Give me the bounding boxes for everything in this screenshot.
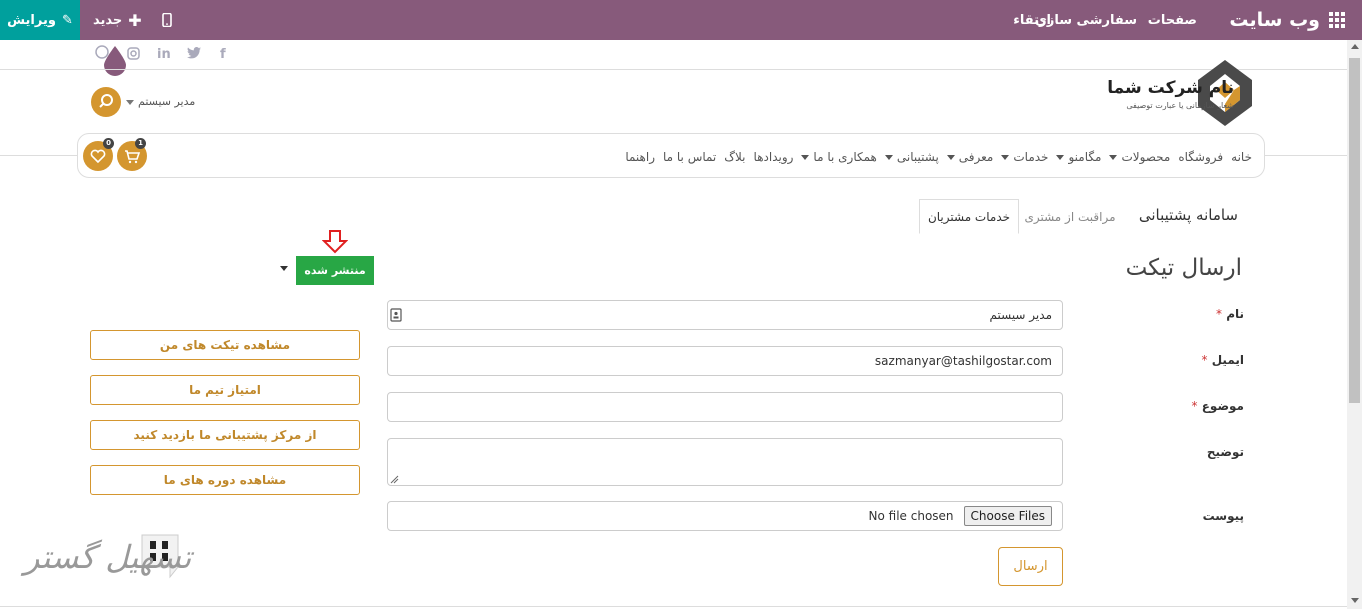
mobile-preview-icon[interactable]: [162, 0, 172, 40]
cart-count-badge: 1: [135, 138, 146, 149]
resize-handle-icon[interactable]: [390, 475, 399, 484]
scrollbar-thumb[interactable]: [1349, 58, 1360, 403]
instagram-icon[interactable]: [127, 47, 140, 64]
nav-item-support[interactable]: پشتیبانی: [884, 149, 939, 164]
nav-item-label: پشتیبانی: [896, 149, 939, 164]
nav-item-careers[interactable]: همکاری با ما: [801, 149, 877, 164]
nav-item-home[interactable]: خانه: [1231, 150, 1252, 164]
view-courses-button[interactable]: مشاهده دوره های ما: [90, 465, 360, 495]
email-label: ایمیل *: [1202, 353, 1244, 367]
company-name: نام شرکت شما: [1107, 78, 1234, 98]
subject-field[interactable]: [387, 392, 1063, 422]
plus-icon: ✚: [128, 10, 142, 30]
nav-item-label: محصولات: [1121, 149, 1171, 164]
wishlist-count-badge: 0: [103, 138, 114, 149]
menu-pages[interactable]: صفحات: [1148, 0, 1197, 40]
nav-item-megamenu[interactable]: مگامنو: [1056, 150, 1101, 164]
no-file-text: No file chosen: [868, 509, 954, 523]
attachment-label: پیوست: [1202, 509, 1244, 523]
chevron-down-icon: [801, 154, 810, 160]
linkedin-icon[interactable]: in: [157, 47, 171, 62]
nav-item-shop[interactable]: فروشگاه: [1178, 150, 1223, 164]
arrow-down-icon: [321, 230, 349, 258]
required-mark: *: [1191, 399, 1198, 413]
publish-dropdown-icon[interactable]: [280, 266, 288, 271]
publish-toggle-button[interactable]: منتشر شده: [296, 256, 374, 285]
support-system-title: سامانه پشتیبانی: [1138, 206, 1238, 224]
edit-label: ویرایش: [7, 12, 56, 28]
view-my-tickets-button[interactable]: مشاهده تیکت های من: [90, 330, 360, 360]
new-label: جدید: [93, 12, 123, 28]
tab-customer-service[interactable]: خدمات مشتریان: [919, 199, 1019, 234]
nav-line-left: [0, 155, 77, 156]
menu-upgrade[interactable]: ارتقاء: [1013, 0, 1051, 40]
chevron-down-icon: [126, 99, 134, 105]
choose-files-button[interactable]: Choose Files: [963, 506, 1052, 526]
nav-item-label: مگامنو: [1068, 149, 1102, 164]
nav-item-services[interactable]: خدمات: [1001, 150, 1048, 164]
twitter-icon[interactable]: [187, 47, 201, 63]
wishlist-button[interactable]: 0: [83, 138, 114, 171]
email-label-text: ایمیل: [1211, 353, 1244, 367]
subject-label-text: موضوع: [1201, 399, 1244, 413]
new-button[interactable]: ✚ جدید: [93, 0, 142, 40]
visit-support-center-button[interactable]: از مرکز پشتیبانی ما بازدید کنید: [90, 420, 360, 450]
drop-marker-icon: [104, 46, 126, 80]
scroll-up-icon[interactable]: [1351, 44, 1359, 49]
company-tagline: شعار سازمانی یا عبارت توصیفی: [1126, 101, 1234, 110]
required-mark: *: [1201, 353, 1208, 367]
submit-button[interactable]: ارسال: [998, 547, 1063, 586]
name-value: مدیر سیستم: [989, 308, 1053, 322]
edit-button[interactable]: ✎ ویرایش: [0, 0, 80, 40]
required-mark: *: [1216, 307, 1222, 321]
nav-item-label: معرفی: [958, 149, 994, 164]
cart-button[interactable]: 1: [117, 138, 147, 171]
scroll-down-icon[interactable]: [1351, 598, 1359, 603]
website-brand[interactable]: وب سایت: [1229, 0, 1320, 40]
page-root: وب سایت صفحات سفارشی سازی ارتقاء ✚ جدید …: [0, 0, 1362, 609]
nav-item-help[interactable]: راهنما: [625, 150, 655, 164]
nav-item-contact[interactable]: تماس با ما: [663, 150, 716, 164]
chevron-down-icon: [1056, 154, 1065, 160]
chevron-down-icon: [1001, 154, 1010, 160]
header-divider: [0, 69, 1347, 70]
name-field[interactable]: مدیر سیستم: [387, 300, 1063, 330]
name-label-text: نام: [1226, 307, 1244, 321]
user-name-label: مدیر سیستم: [138, 95, 196, 108]
contact-card-icon: [390, 308, 402, 325]
nav-menu: خانه فروشگاه محصولات مگامنو خدمات معرفی …: [625, 134, 1264, 179]
chevron-down-icon: [1109, 154, 1118, 160]
nav-item-blog[interactable]: بلاگ: [724, 150, 745, 164]
nav-item-label: خدمات: [1013, 149, 1049, 164]
nav-item-events[interactable]: رویدادها: [754, 150, 794, 164]
nav-item-label: همکاری با ما: [813, 149, 877, 164]
tab-customer-care[interactable]: مراقبت از مشتری: [1019, 199, 1121, 234]
admin-topbar: وب سایت صفحات سفارشی سازی ارتقاء ✚ جدید …: [0, 0, 1362, 40]
nav-item-about[interactable]: معرفی: [946, 149, 994, 164]
nav-item-products[interactable]: محصولات: [1109, 150, 1170, 164]
main-navbar: خانه فروشگاه محصولات مگامنو خدمات معرفی …: [77, 133, 1265, 178]
email-field[interactable]: sazmanyar@tashilgostar.com: [387, 346, 1063, 376]
page-title: ارسال تیکت: [1125, 255, 1242, 281]
subject-label: موضوع *: [1192, 399, 1244, 413]
user-menu[interactable]: مدیر سیستم: [126, 95, 195, 108]
facebook-icon[interactable]: f: [220, 47, 226, 62]
attachment-field[interactable]: No file chosen Choose Files: [387, 501, 1063, 531]
pencil-icon: ✎: [61, 12, 73, 28]
watermark-text: تسهیل گستر: [24, 538, 192, 576]
chevron-down-icon: [946, 154, 955, 160]
rate-team-button[interactable]: امتیاز تیم ما: [90, 375, 360, 405]
description-textarea[interactable]: [387, 438, 1063, 486]
description-label: توضیح: [1206, 445, 1244, 459]
name-label: نام *: [1216, 307, 1244, 321]
nav-line-right: [1265, 155, 1347, 156]
search-icon: [99, 94, 113, 108]
search-button[interactable]: [91, 87, 121, 117]
footer-line: [0, 606, 1347, 607]
apps-menu-icon[interactable]: [1329, 0, 1345, 40]
chevron-down-icon: [884, 154, 893, 160]
